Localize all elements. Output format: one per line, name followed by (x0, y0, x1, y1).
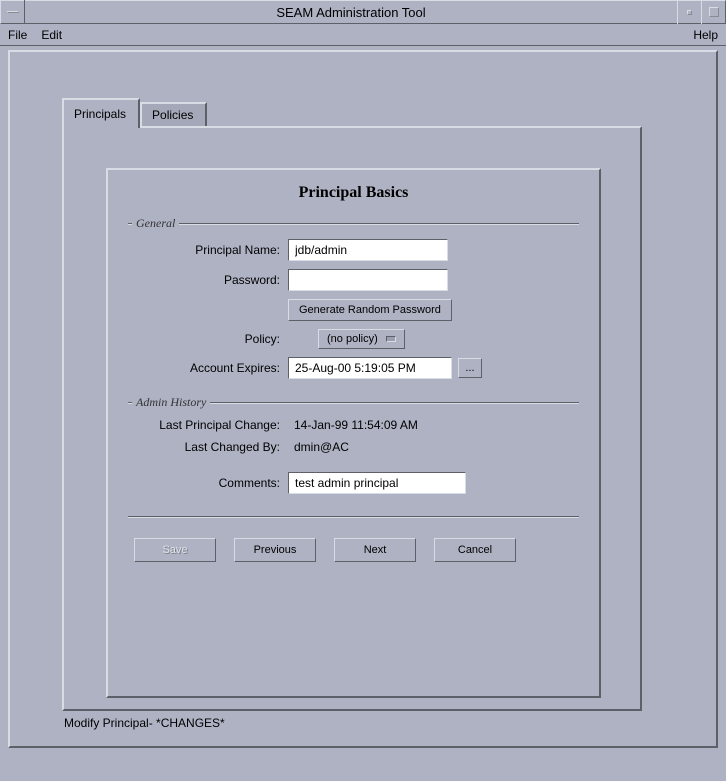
principal-name-label: Principal Name: (128, 243, 288, 257)
password-input[interactable] (288, 269, 448, 291)
maximize-button[interactable] (701, 0, 725, 24)
tab-policies[interactable]: Policies (140, 102, 207, 126)
principal-name-input[interactable] (288, 239, 448, 261)
tab-panel: Principal Basics General Principal Name:… (62, 126, 642, 711)
group-general-label: General (132, 216, 179, 231)
window-menu-icon (7, 11, 19, 13)
last-change-label: Last Principal Change: (128, 418, 288, 432)
last-by-label: Last Changed By: (128, 440, 288, 454)
account-expires-browse-button[interactable]: ... (458, 358, 482, 378)
cancel-button[interactable]: Cancel (434, 538, 516, 562)
maximize-icon (709, 7, 719, 17)
policy-option-menu[interactable]: (no policy) (318, 329, 405, 349)
comments-label: Comments: (128, 476, 288, 490)
panel-heading: Principal Basics (128, 184, 579, 202)
minimize-icon (687, 10, 692, 15)
menu-file[interactable]: File (8, 28, 27, 42)
minimize-button[interactable] (677, 0, 701, 24)
last-by-value: dmin@AC (288, 440, 349, 454)
tab-principals-label: Principals (74, 107, 126, 121)
menu-help[interactable]: Help (693, 28, 718, 42)
next-button[interactable]: Next (334, 538, 416, 562)
tab-policies-label: Policies (152, 108, 193, 122)
generate-password-button[interactable]: Generate Random Password (288, 299, 452, 321)
last-change-value: 14-Jan-99 11:54:09 AM (288, 418, 418, 432)
password-label: Password: (128, 273, 288, 287)
group-history-label: Admin History (132, 395, 210, 410)
status-text: Modify Principal- *CHANGES* (64, 716, 225, 730)
menu-edit[interactable]: Edit (41, 28, 62, 42)
policy-label: Policy: (128, 332, 288, 346)
tab-principals[interactable]: Principals (62, 98, 140, 128)
comments-input[interactable] (288, 472, 466, 494)
form-panel: Principal Basics General Principal Name:… (106, 168, 601, 698)
option-menu-icon (386, 336, 396, 342)
save-button[interactable]: Save (134, 538, 216, 562)
window-menu-button[interactable] (1, 0, 25, 24)
title-bar: SEAM Administration Tool (0, 0, 726, 24)
window-title: SEAM Administration Tool (25, 5, 677, 20)
divider-general (128, 223, 579, 225)
account-expires-input[interactable] (288, 357, 452, 379)
previous-button[interactable]: Previous (234, 538, 316, 562)
divider-buttons (128, 516, 579, 518)
menu-bar: File Edit Help (0, 24, 726, 46)
policy-selected-value: (no policy) (327, 333, 378, 345)
account-expires-label: Account Expires: (128, 361, 288, 375)
